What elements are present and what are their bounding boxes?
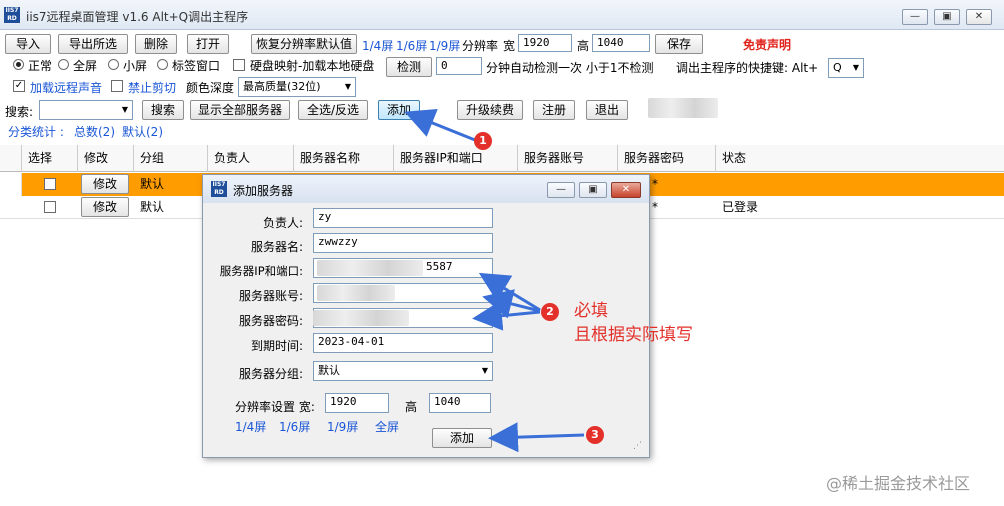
annotation-note-required: 必填	[574, 301, 608, 321]
annotation-1: 1	[474, 132, 492, 150]
arrow-to-dialog-add	[488, 422, 585, 453]
annotation-3: 3	[586, 426, 604, 444]
arrow-to-add-button	[404, 108, 481, 144]
watermark: @稀土掘金技术社区	[826, 474, 971, 493]
annotation-note-fill: 且根据实际填写	[574, 325, 693, 345]
annotation-2: 2	[541, 303, 559, 321]
annotation-arrows	[404, 108, 585, 453]
arrow-to-password	[472, 300, 541, 331]
